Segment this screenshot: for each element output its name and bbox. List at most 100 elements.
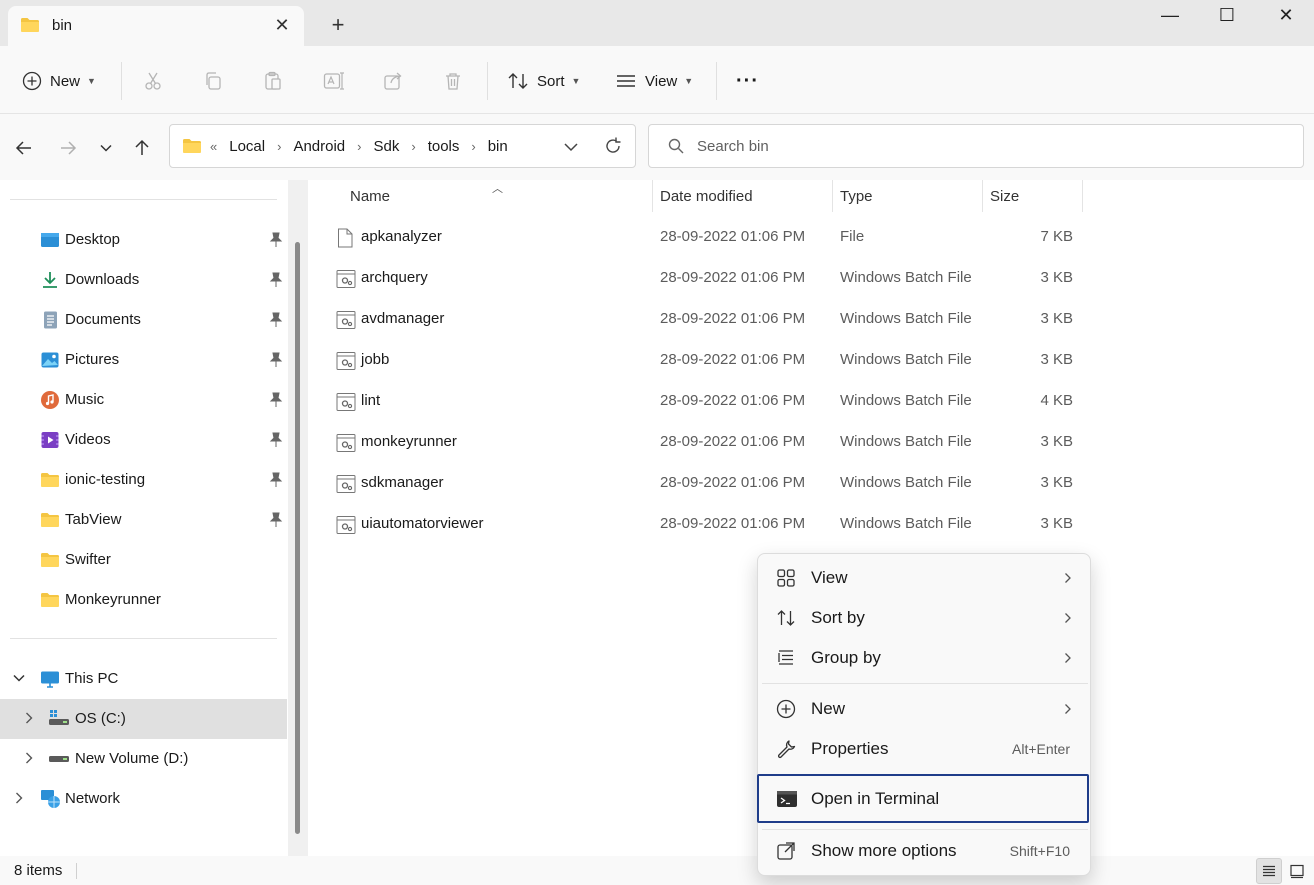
file-row[interactable]: avdmanager 28-09-2022 01:06 PM Windows B… bbox=[308, 299, 1088, 339]
file-row[interactable]: archquery 28-09-2022 01:06 PM Windows Ba… bbox=[308, 258, 1088, 298]
sidebar-item-this-pc[interactable]: This PC bbox=[0, 659, 287, 699]
breadcrumb-tools[interactable]: tools bbox=[428, 138, 460, 155]
menu-item-sort-by[interactable]: Sort by bbox=[762, 598, 1088, 638]
breadcrumb-android[interactable]: Android bbox=[293, 138, 345, 155]
chevron-down-icon[interactable] bbox=[12, 671, 26, 685]
more-options-button[interactable]: ··· bbox=[736, 64, 759, 98]
minimize-button[interactable]: — bbox=[1150, 2, 1190, 28]
delete-button[interactable] bbox=[443, 64, 463, 98]
new-tab-button[interactable]: + bbox=[326, 14, 350, 38]
sidebar-item-videos[interactable]: Videos bbox=[0, 420, 287, 460]
column-divider[interactable] bbox=[832, 180, 833, 212]
new-button-label: New bbox=[50, 72, 81, 90]
search-box[interactable] bbox=[648, 124, 1304, 168]
tab-close-icon[interactable]: ✕ bbox=[272, 15, 292, 35]
sidebar-item-swifter[interactable]: Swifter bbox=[0, 540, 287, 580]
desktop-icon bbox=[40, 230, 60, 250]
sort-button[interactable]: Sort ▼ bbox=[507, 64, 580, 98]
rename-button[interactable] bbox=[323, 64, 345, 98]
menu-item-new[interactable]: New bbox=[762, 689, 1088, 729]
sidebar-item-network[interactable]: Network bbox=[0, 779, 287, 819]
breadcrumb-local[interactable]: Local bbox=[229, 138, 265, 155]
recent-locations-button[interactable] bbox=[92, 134, 120, 162]
column-divider[interactable] bbox=[1082, 180, 1083, 212]
file-row[interactable]: apkanalyzer 28-09-2022 01:06 PM File 7 K… bbox=[308, 217, 1088, 257]
menu-item-properties[interactable]: Properties Alt+Enter bbox=[762, 729, 1088, 769]
breadcrumb-sdk[interactable]: Sdk bbox=[373, 138, 399, 155]
menu-item-open-in-terminal[interactable]: Open in Terminal bbox=[757, 774, 1089, 823]
column-header-size[interactable]: Size bbox=[990, 180, 1080, 212]
breadcrumb-overflow[interactable]: « bbox=[210, 139, 217, 154]
view-button[interactable]: View ▼ bbox=[615, 64, 693, 98]
chevron-right-icon[interactable]: › bbox=[277, 139, 281, 154]
copy-button[interactable] bbox=[203, 64, 223, 98]
menu-item-group-by[interactable]: Group by bbox=[762, 638, 1088, 678]
breadcrumb-bin[interactable]: bin bbox=[488, 138, 508, 155]
pin-icon[interactable] bbox=[269, 312, 283, 328]
forward-button[interactable] bbox=[54, 134, 82, 162]
sidebar-item-documents[interactable]: Documents bbox=[0, 300, 287, 340]
sidebar-scrollbar[interactable] bbox=[288, 180, 308, 856]
details-view-button[interactable] bbox=[1256, 858, 1282, 884]
chevron-right-icon[interactable] bbox=[12, 791, 26, 805]
pin-icon[interactable] bbox=[269, 392, 283, 408]
sidebar-item-music[interactable]: Music bbox=[0, 380, 287, 420]
back-button[interactable] bbox=[10, 134, 38, 162]
videos-icon bbox=[40, 430, 60, 450]
menu-item-label: New bbox=[811, 699, 846, 718]
sidebar-item-tabview[interactable]: TabView bbox=[0, 500, 287, 540]
sidebar-item-drive-c[interactable]: OS (C:) bbox=[0, 699, 287, 739]
sidebar-item-desktop[interactable]: Desktop bbox=[0, 220, 287, 260]
address-bar[interactable]: « Local › Android › Sdk › tools › bin bbox=[169, 124, 636, 168]
tiles-view-button[interactable] bbox=[1284, 858, 1310, 884]
chevron-down-icon bbox=[564, 143, 578, 152]
chevron-right-icon[interactable]: › bbox=[411, 139, 415, 154]
pin-icon[interactable] bbox=[269, 232, 283, 248]
cut-button[interactable] bbox=[143, 64, 163, 98]
pictures-icon bbox=[40, 350, 60, 370]
pin-icon[interactable] bbox=[269, 472, 283, 488]
toolbar-divider bbox=[487, 62, 488, 100]
column-divider[interactable] bbox=[982, 180, 983, 212]
chevron-right-icon[interactable] bbox=[22, 711, 36, 725]
file-row[interactable]: monkeyrunner 28-09-2022 01:06 PM Windows… bbox=[308, 422, 1088, 462]
column-header-name[interactable]: Name bbox=[350, 180, 650, 212]
title-bar: bin ✕ + — ☐ ✕ bbox=[0, 0, 1314, 46]
file-date: 28-09-2022 01:06 PM bbox=[660, 392, 806, 409]
refresh-button[interactable] bbox=[602, 135, 624, 157]
column-divider[interactable] bbox=[652, 180, 653, 212]
file-row[interactable]: sdkmanager 28-09-2022 01:06 PM Windows B… bbox=[308, 463, 1088, 503]
menu-item-view[interactable]: View bbox=[762, 558, 1088, 598]
address-dropdown-button[interactable] bbox=[560, 136, 582, 158]
sidebar-item-monkeyrunner[interactable]: Monkeyrunner bbox=[0, 580, 287, 620]
menu-item-show-more-options[interactable]: Show more options Shift+F10 bbox=[762, 831, 1088, 871]
chevron-right-icon[interactable] bbox=[22, 751, 36, 765]
share-button[interactable] bbox=[383, 64, 403, 98]
file-name: lint bbox=[361, 392, 381, 409]
file-row[interactable]: lint 28-09-2022 01:06 PM Windows Batch F… bbox=[308, 381, 1088, 421]
chevron-right-icon[interactable]: › bbox=[471, 139, 475, 154]
sidebar-item-pictures[interactable]: Pictures bbox=[0, 340, 287, 380]
up-button[interactable] bbox=[128, 134, 156, 162]
pin-icon[interactable] bbox=[269, 512, 283, 528]
terminal-icon bbox=[776, 789, 797, 809]
new-button[interactable]: New ▼ bbox=[22, 64, 96, 98]
column-header-date[interactable]: Date modified bbox=[660, 180, 830, 212]
sidebar-item-drive-d[interactable]: New Volume (D:) bbox=[0, 739, 287, 779]
chevron-right-icon[interactable]: › bbox=[357, 139, 361, 154]
search-input[interactable] bbox=[697, 135, 1277, 157]
pin-icon[interactable] bbox=[269, 432, 283, 448]
sidebar-item-ionic-testing[interactable]: ionic-testing bbox=[0, 460, 287, 500]
paste-button[interactable] bbox=[263, 64, 283, 98]
pin-icon[interactable] bbox=[269, 272, 283, 288]
menu-item-label: Sort by bbox=[811, 608, 865, 627]
scrollbar-thumb[interactable] bbox=[295, 242, 300, 834]
file-row[interactable]: uiautomatorviewer 28-09-2022 01:06 PM Wi… bbox=[308, 504, 1088, 544]
sidebar-item-downloads[interactable]: Downloads bbox=[0, 260, 287, 300]
pin-icon[interactable] bbox=[269, 352, 283, 368]
maximize-button[interactable]: ☐ bbox=[1207, 2, 1247, 28]
file-row[interactable]: jobb 28-09-2022 01:06 PM Windows Batch F… bbox=[308, 340, 1088, 380]
tab-bin[interactable]: bin ✕ bbox=[8, 6, 304, 46]
column-header-type[interactable]: Type bbox=[840, 180, 980, 212]
close-button[interactable]: ✕ bbox=[1266, 2, 1306, 28]
